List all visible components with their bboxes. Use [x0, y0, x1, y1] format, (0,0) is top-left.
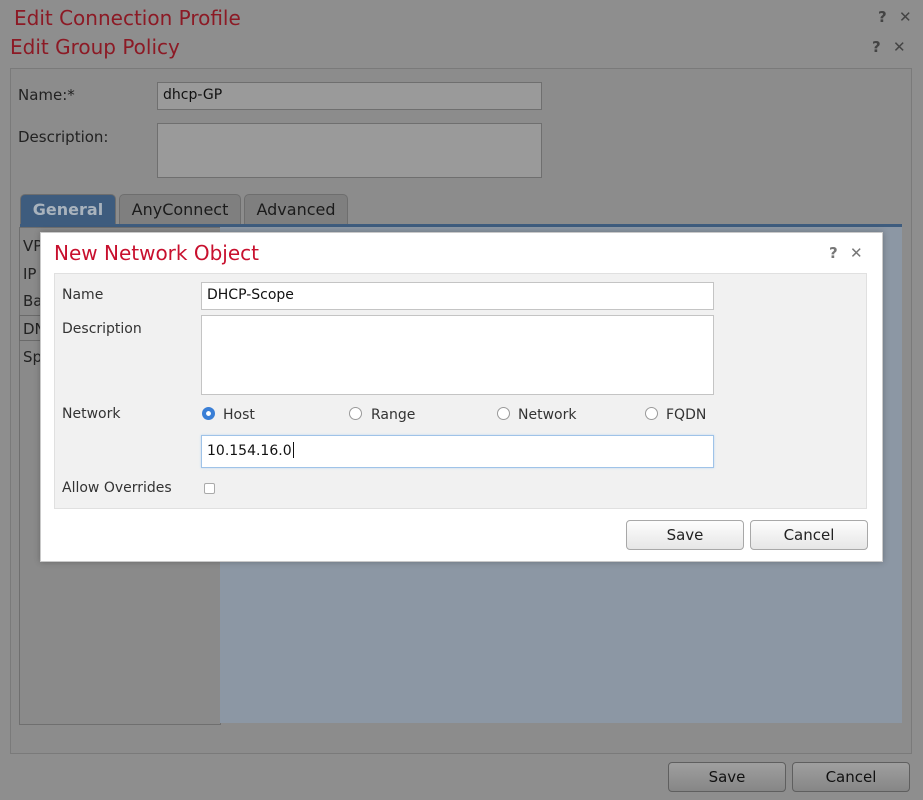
network-object-title: New Network Object — [54, 241, 259, 265]
no-network-input[interactable]: 10.154.16.0 — [201, 435, 714, 468]
no-description-label: Description — [62, 321, 142, 337]
no-description-input[interactable] — [201, 315, 714, 395]
radio-host-label[interactable]: Host — [223, 407, 255, 423]
gp-name-input[interactable]: dhcp-GP — [157, 82, 542, 110]
connection-profile-title: Edit Connection Profile — [14, 6, 241, 30]
group-policy-help-icon[interactable]: ? — [872, 38, 881, 56]
no-save-button[interactable]: Save — [626, 520, 744, 550]
tab-advanced[interactable]: Advanced — [244, 194, 348, 226]
no-name-label: Name — [62, 287, 104, 303]
group-policy-close-icon[interactable]: ✕ — [893, 38, 906, 56]
gp-description-input[interactable] — [157, 123, 542, 178]
sidebar-item[interactable]: IP — [23, 265, 36, 283]
tab-anyconnect[interactable]: AnyConnect — [119, 194, 241, 226]
radio-fqdn-label[interactable]: FQDN — [666, 407, 706, 423]
no-name-input[interactable]: DHCP-Scope — [201, 282, 714, 310]
radio-fqdn[interactable] — [645, 407, 658, 420]
gp-save-button[interactable]: Save — [668, 762, 786, 792]
radio-network[interactable] — [497, 407, 510, 420]
no-allow-overrides-label: Allow Overrides — [62, 480, 172, 496]
network-object-help-icon[interactable]: ? — [829, 244, 838, 262]
gp-name-label: Name:* — [18, 86, 75, 104]
no-network-value: 10.154.16.0 — [207, 443, 292, 459]
tab-general[interactable]: General — [20, 194, 116, 226]
radio-network-label[interactable]: Network — [518, 407, 576, 423]
radio-range[interactable] — [349, 407, 362, 420]
radio-host[interactable] — [202, 407, 215, 420]
no-network-label: Network — [62, 406, 121, 422]
gp-description-label: Description: — [18, 128, 109, 146]
no-cancel-button[interactable]: Cancel — [750, 520, 868, 550]
allow-overrides-checkbox[interactable] — [204, 483, 215, 494]
gp-cancel-button[interactable]: Cancel — [792, 762, 910, 792]
group-policy-title: Edit Group Policy — [10, 35, 180, 59]
radio-range-label[interactable]: Range — [371, 407, 415, 423]
connection-profile-close-icon[interactable]: ✕ — [899, 8, 912, 26]
text-cursor — [292, 442, 294, 458]
network-object-close-icon[interactable]: ✕ — [850, 244, 863, 262]
connection-profile-help-icon[interactable]: ? — [878, 8, 887, 26]
